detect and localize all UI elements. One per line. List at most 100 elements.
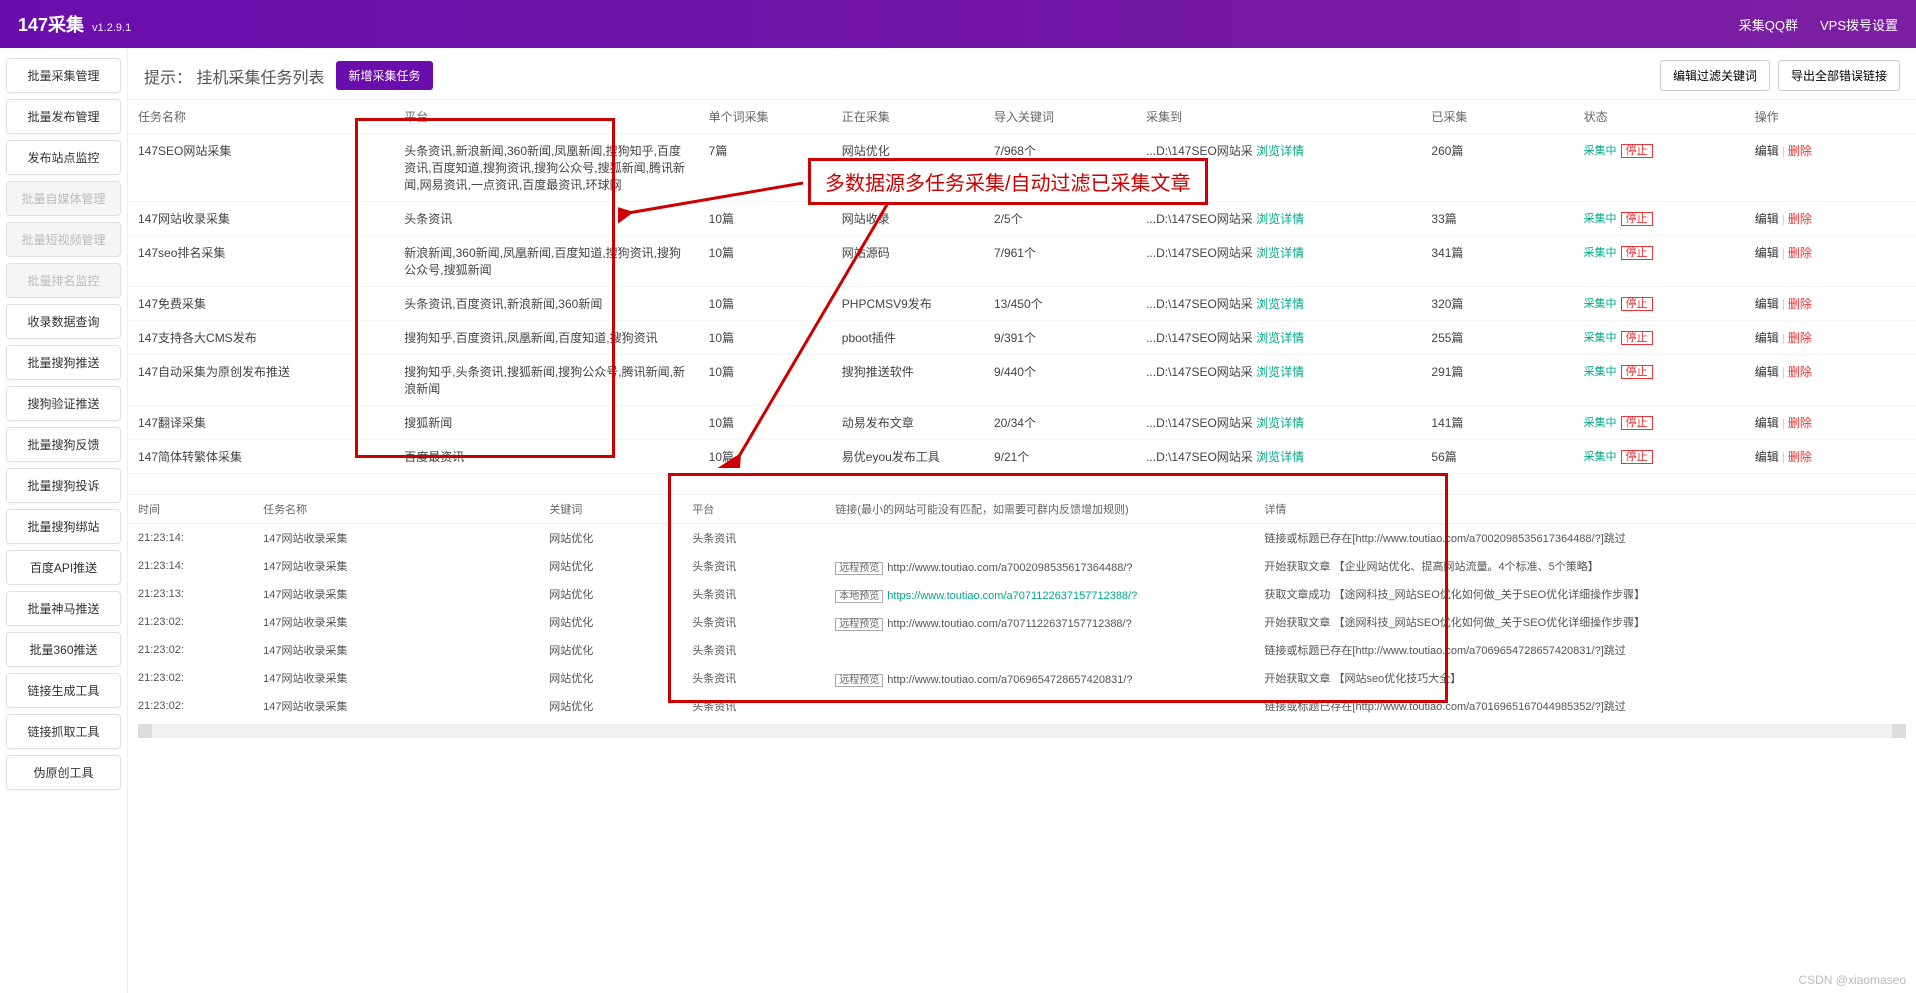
qq-group-link[interactable]: 采集QQ群	[1739, 15, 1798, 34]
sidebar-item-2[interactable]: 发布站点监控	[6, 140, 121, 175]
log-time: 21:23:13:	[128, 580, 253, 608]
preview-tag[interactable]: 远程预览	[835, 674, 883, 687]
delete-link[interactable]: 删除	[1788, 416, 1812, 430]
task-count: 255篇	[1421, 321, 1573, 355]
log-keyword: 网站优化	[539, 580, 682, 608]
sidebar-item-3: 批量自媒体管理	[6, 181, 121, 216]
task-row: 147自动采集为原创发布推送搜狗知乎,头条资讯,搜狐新闻,搜狗公众号,腾讯新闻,…	[128, 355, 1916, 406]
log-url[interactable]: http://www.toutiao.com/a7071122637157712…	[887, 618, 1131, 630]
task-name: 147seo排名采集	[128, 236, 394, 287]
sidebar-item-9[interactable]: 批量搜狗反馈	[6, 427, 121, 462]
stop-button[interactable]: 停止	[1621, 331, 1653, 345]
vps-settings-link[interactable]: VPS拨号设置	[1820, 15, 1898, 34]
task-dest: ...D:\147SEO网站采 浏览详情	[1136, 406, 1421, 440]
task-status: 采集中停止	[1574, 134, 1745, 202]
task-row: 147SEO网站采集头条资讯,新浪新闻,360新闻,凤凰新闻,搜狗知乎,百度资讯…	[128, 134, 1916, 202]
log-platform: 头条资讯	[682, 580, 825, 608]
task-keywords: 7/968个	[984, 134, 1136, 202]
app-version: v1.2.9.1	[92, 22, 131, 34]
task-status: 采集中停止	[1574, 321, 1745, 355]
stop-button[interactable]: 停止	[1621, 144, 1653, 158]
browse-detail-link[interactable]: 浏览详情	[1256, 450, 1304, 464]
browse-detail-link[interactable]: 浏览详情	[1256, 416, 1304, 430]
sidebar-item-16[interactable]: 链接抓取工具	[6, 714, 121, 749]
sidebar-item-0[interactable]: 批量采集管理	[6, 58, 121, 93]
log-task: 147网站收录采集	[253, 552, 539, 580]
delete-link[interactable]: 删除	[1788, 297, 1812, 311]
status-collecting-badge: 采集中	[1584, 366, 1617, 378]
watermark: CSDN @xiaomaseo	[1798, 973, 1906, 987]
task-ops: 编辑|删除	[1745, 287, 1916, 321]
edit-filter-keywords-button[interactable]: 编辑过滤关键词	[1660, 60, 1770, 91]
delete-link[interactable]: 删除	[1788, 365, 1812, 379]
task-col-header: 已采集	[1421, 100, 1573, 134]
sidebar-item-17[interactable]: 伪原创工具	[6, 755, 121, 790]
log-url[interactable]: http://www.toutiao.com/a7002098535617364…	[887, 562, 1132, 574]
browse-detail-link[interactable]: 浏览详情	[1256, 365, 1304, 379]
horizontal-scrollbar[interactable]	[138, 724, 1906, 738]
browse-detail-link[interactable]: 浏览详情	[1256, 212, 1304, 226]
delete-link[interactable]: 删除	[1788, 144, 1812, 158]
sidebar-item-13[interactable]: 批量神马推送	[6, 591, 121, 626]
edit-link[interactable]: 编辑	[1755, 331, 1779, 345]
sidebar-item-8[interactable]: 搜狗验证推送	[6, 386, 121, 421]
preview-tag[interactable]: 远程预览	[835, 618, 883, 631]
task-col-header: 状态	[1574, 100, 1745, 134]
preview-tag[interactable]: 本地预览	[835, 590, 883, 603]
sidebar-item-11[interactable]: 批量搜狗绑站	[6, 509, 121, 544]
delete-link[interactable]: 删除	[1788, 331, 1812, 345]
export-error-links-button[interactable]: 导出全部错误链接	[1778, 60, 1900, 91]
task-table: 任务名称平台单个词采集正在采集导入关键词采集到已采集状态操作 147SEO网站采…	[128, 100, 1916, 474]
log-task: 147网站收录采集	[253, 524, 539, 553]
stop-button[interactable]: 停止	[1621, 297, 1653, 311]
add-task-button[interactable]: 新增采集任务	[336, 61, 432, 90]
delete-link[interactable]: 删除	[1788, 450, 1812, 464]
stop-button[interactable]: 停止	[1621, 450, 1653, 464]
sidebar-item-1[interactable]: 批量发布管理	[6, 99, 121, 134]
delete-link[interactable]: 删除	[1788, 212, 1812, 226]
sidebar-item-15[interactable]: 链接生成工具	[6, 673, 121, 708]
browse-detail-link[interactable]: 浏览详情	[1256, 331, 1304, 345]
sidebar-item-12[interactable]: 百度API推送	[6, 550, 121, 585]
log-col-header: 关键词	[539, 495, 682, 524]
sidebar-item-14[interactable]: 批量360推送	[6, 632, 121, 667]
task-row: 147简体转繁体采集百度最资讯10篇易优eyou发布工具9/21个...D:\1…	[128, 440, 1916, 474]
stop-button[interactable]: 停止	[1621, 416, 1653, 430]
log-task: 147网站收录采集	[253, 636, 539, 664]
log-keyword: 网站优化	[539, 552, 682, 580]
edit-link[interactable]: 编辑	[1755, 144, 1779, 158]
stop-button[interactable]: 停止	[1621, 365, 1653, 379]
sidebar-item-7[interactable]: 批量搜狗推送	[6, 345, 121, 380]
task-per: 10篇	[699, 287, 832, 321]
stop-button[interactable]: 停止	[1621, 212, 1653, 226]
log-url[interactable]: http://www.toutiao.com/a7069654728657420…	[887, 674, 1132, 686]
log-platform: 头条资讯	[682, 664, 825, 692]
task-dest: ...D:\147SEO网站采 浏览详情	[1136, 321, 1421, 355]
log-row: 21:23:14:147网站收录采集网站优化头条资讯远程预览http://www…	[128, 552, 1916, 580]
task-keywords: 7/961个	[984, 236, 1136, 287]
task-name: 147简体转繁体采集	[128, 440, 394, 474]
log-url[interactable]: https://www.toutiao.com/a707112263715771…	[887, 590, 1137, 602]
preview-tag[interactable]: 远程预览	[835, 562, 883, 575]
task-col-header: 平台	[394, 100, 698, 134]
task-collecting: 网站收录	[832, 202, 984, 236]
task-row: 147网站收录采集头条资讯10篇网站收录2/5个...D:\147SEO网站采 …	[128, 202, 1916, 236]
sidebar-item-10[interactable]: 批量搜狗投诉	[6, 468, 121, 503]
delete-link[interactable]: 删除	[1788, 246, 1812, 260]
task-platform: 搜狐新闻	[394, 406, 698, 440]
sidebar-item-6[interactable]: 收录数据查询	[6, 304, 121, 339]
log-platform: 头条资讯	[682, 552, 825, 580]
task-ops: 编辑|删除	[1745, 406, 1916, 440]
status-collecting-badge: 采集中	[1584, 145, 1617, 157]
edit-link[interactable]: 编辑	[1755, 416, 1779, 430]
browse-detail-link[interactable]: 浏览详情	[1256, 246, 1304, 260]
stop-button[interactable]: 停止	[1621, 246, 1653, 260]
task-ops: 编辑|删除	[1745, 321, 1916, 355]
edit-link[interactable]: 编辑	[1755, 212, 1779, 226]
edit-link[interactable]: 编辑	[1755, 297, 1779, 311]
browse-detail-link[interactable]: 浏览详情	[1256, 144, 1304, 158]
edit-link[interactable]: 编辑	[1755, 246, 1779, 260]
edit-link[interactable]: 编辑	[1755, 365, 1779, 379]
edit-link[interactable]: 编辑	[1755, 450, 1779, 464]
browse-detail-link[interactable]: 浏览详情	[1256, 297, 1304, 311]
